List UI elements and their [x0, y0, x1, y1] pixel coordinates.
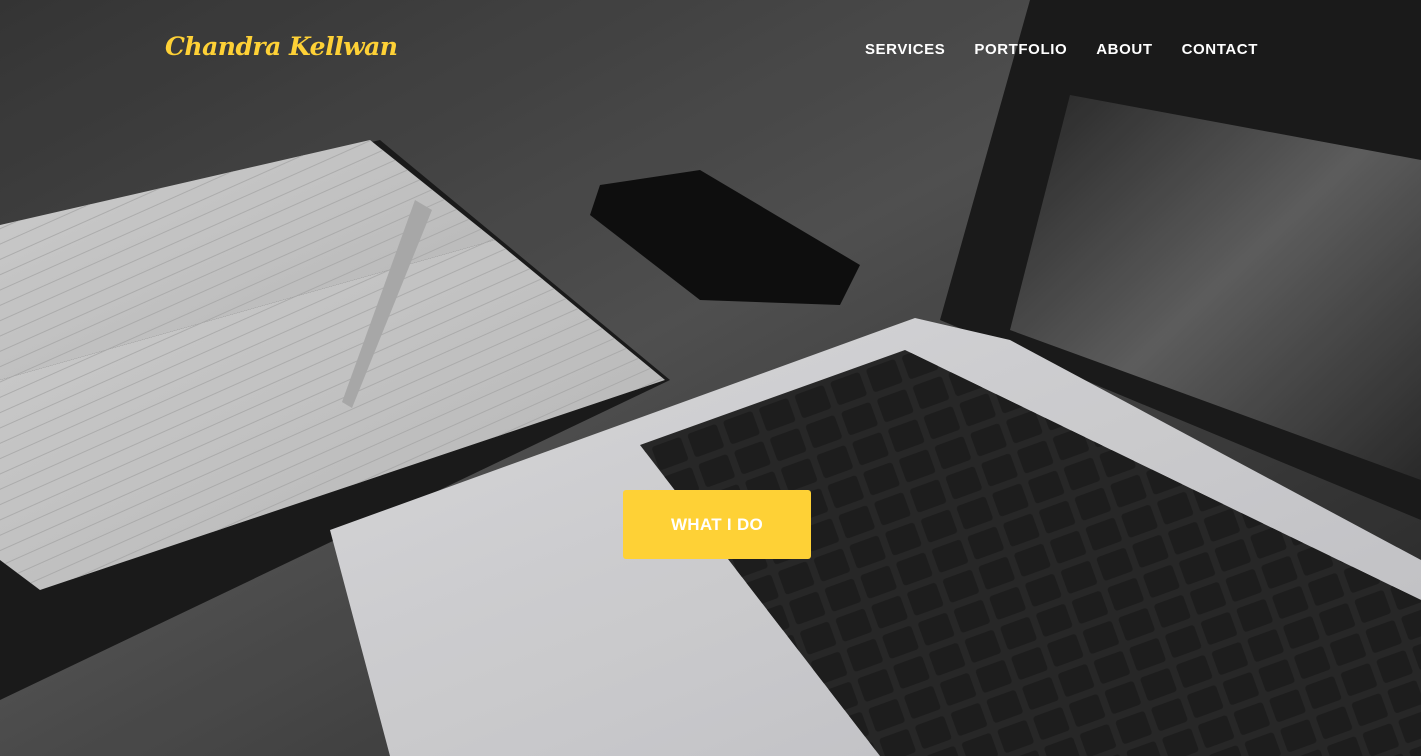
hero-section: Chandra Kellwan SERVICES PORTFOLIO ABOUT…	[0, 0, 1421, 756]
nav-link-services[interactable]: SERVICES	[865, 40, 945, 60]
hero-background-image	[0, 0, 1421, 756]
nav-link-portfolio[interactable]: PORTFOLIO	[974, 40, 1067, 60]
top-navigation-bar: Chandra Kellwan SERVICES PORTFOLIO ABOUT…	[0, 0, 1421, 100]
nav-link-contact[interactable]: CONTACT	[1182, 40, 1258, 60]
nav-link-about[interactable]: ABOUT	[1096, 40, 1152, 60]
main-nav: SERVICES PORTFOLIO ABOUT CONTACT	[865, 40, 1258, 60]
what-i-do-button[interactable]: WHAT I DO	[623, 490, 811, 559]
brand-logo-link[interactable]: Chandra Kellwan	[165, 32, 398, 61]
